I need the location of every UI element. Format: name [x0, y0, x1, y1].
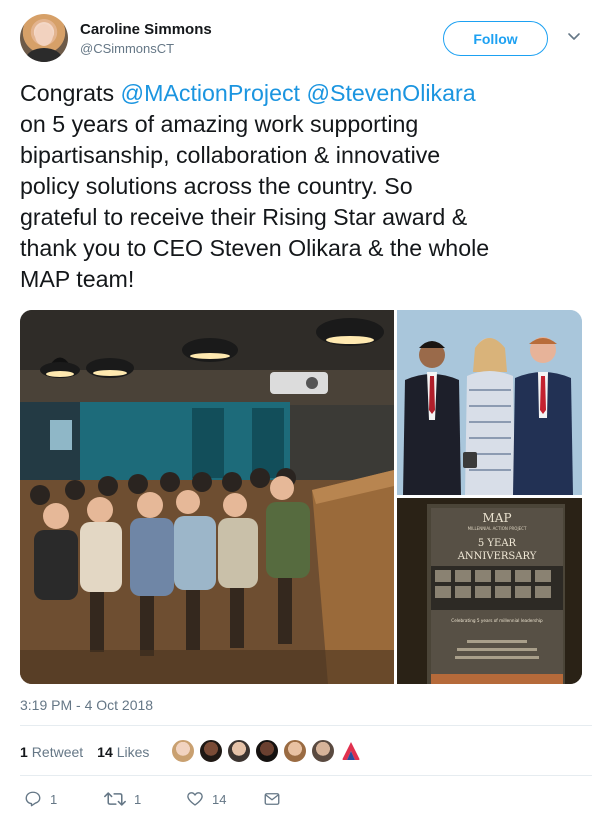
award-presentation-photo[interactable]	[397, 310, 582, 495]
avatar-body	[26, 48, 62, 62]
tweet-header: Caroline Simmons @CSimmonsCT Follow	[20, 14, 592, 68]
tweet-text-segment: Congrats	[20, 80, 121, 106]
retweet-action-count: 1	[134, 791, 142, 807]
liker-avatar[interactable]	[171, 739, 195, 763]
liker-avatar[interactable]	[255, 739, 279, 763]
program-subtitle: Celebrating 5 years of millennial leader…	[451, 618, 543, 623]
media-grid: MAP MILLENNIAL ACTION PROJECT 5 YEAR ANN…	[20, 310, 582, 684]
divider	[20, 725, 592, 726]
liker-avatars	[171, 739, 367, 765]
program-title-line2: ANNIVERSARY	[457, 551, 537, 562]
retweet-label: Retweet	[31, 744, 84, 760]
tweet-text: Congrats @MActionProject @StevenOlikara …	[20, 78, 592, 295]
heart-icon	[187, 792, 203, 806]
tweet-line: Congrats @MActionProject @StevenOlikara	[20, 78, 592, 109]
retweet-stat[interactable]: 1 Retweet	[20, 744, 83, 760]
tweet-timestamp[interactable]: 3:19 PM - 4 Oct 2018	[20, 697, 153, 713]
reply-action[interactable]: 1	[24, 788, 57, 810]
tweet-stats: 1 Retweet 14 Likes	[20, 740, 163, 764]
tweet-line: thank you to CEO Steven Olikara & the wh…	[20, 235, 490, 261]
mention-link[interactable]: @StevenOlikara	[306, 80, 475, 106]
brand-logo-icon[interactable]	[339, 739, 363, 763]
envelope-icon	[264, 793, 280, 805]
likes-stat[interactable]: 14 Likes	[97, 744, 149, 760]
retweet-action[interactable]: 1	[104, 788, 141, 810]
divider	[20, 775, 592, 776]
liker-avatar[interactable]	[311, 739, 335, 763]
anniversary-program-illustration: MAP MILLENNIAL ACTION PROJECT 5 YEAR ANN…	[397, 498, 582, 684]
event-audience-photo[interactable]	[20, 310, 394, 684]
retweet-icon	[104, 792, 126, 806]
reply-count: 1	[50, 791, 58, 807]
liker-avatar[interactable]	[227, 739, 251, 763]
tweet-line: bipartisanship, collaboration & innovati…	[20, 142, 441, 168]
like-action[interactable]: 14	[186, 788, 226, 810]
like-action-count: 14	[212, 791, 227, 807]
user-handle[interactable]: @CSimmonsCT	[80, 41, 174, 56]
event-audience-illustration	[20, 310, 394, 684]
avatar[interactable]	[20, 14, 68, 62]
program-logo: MAP	[482, 511, 511, 525]
award-presentation-illustration	[397, 310, 582, 495]
direct-message-action[interactable]	[263, 788, 289, 810]
likes-label: Likes	[116, 744, 150, 760]
avatar-face	[35, 24, 53, 46]
reply-icon	[25, 791, 41, 807]
anniversary-program-photo[interactable]: MAP MILLENNIAL ACTION PROJECT 5 YEAR ANN…	[397, 498, 582, 684]
likes-count: 14	[97, 744, 113, 760]
program-org: MILLENNIAL ACTION PROJECT	[468, 526, 527, 531]
tweet-line: grateful to receive their Rising Star aw…	[20, 204, 468, 230]
liker-avatar[interactable]	[283, 739, 307, 763]
tweet-actions: 1 1 14	[20, 788, 420, 810]
tweet-line: MAP team!	[20, 266, 135, 292]
program-title-line1: 5 YEAR	[478, 538, 517, 549]
tweet-line: policy solutions across the country. So	[20, 173, 413, 199]
mention-link[interactable]: @MActionProject	[121, 80, 300, 106]
chevron-down-icon[interactable]	[566, 28, 582, 44]
tweet-line: on 5 years of amazing work supporting	[20, 111, 419, 137]
display-name[interactable]: Caroline Simmons	[80, 21, 212, 38]
retweet-count: 1	[20, 744, 28, 760]
follow-button[interactable]: Follow	[443, 21, 548, 56]
liker-avatar[interactable]	[199, 739, 223, 763]
